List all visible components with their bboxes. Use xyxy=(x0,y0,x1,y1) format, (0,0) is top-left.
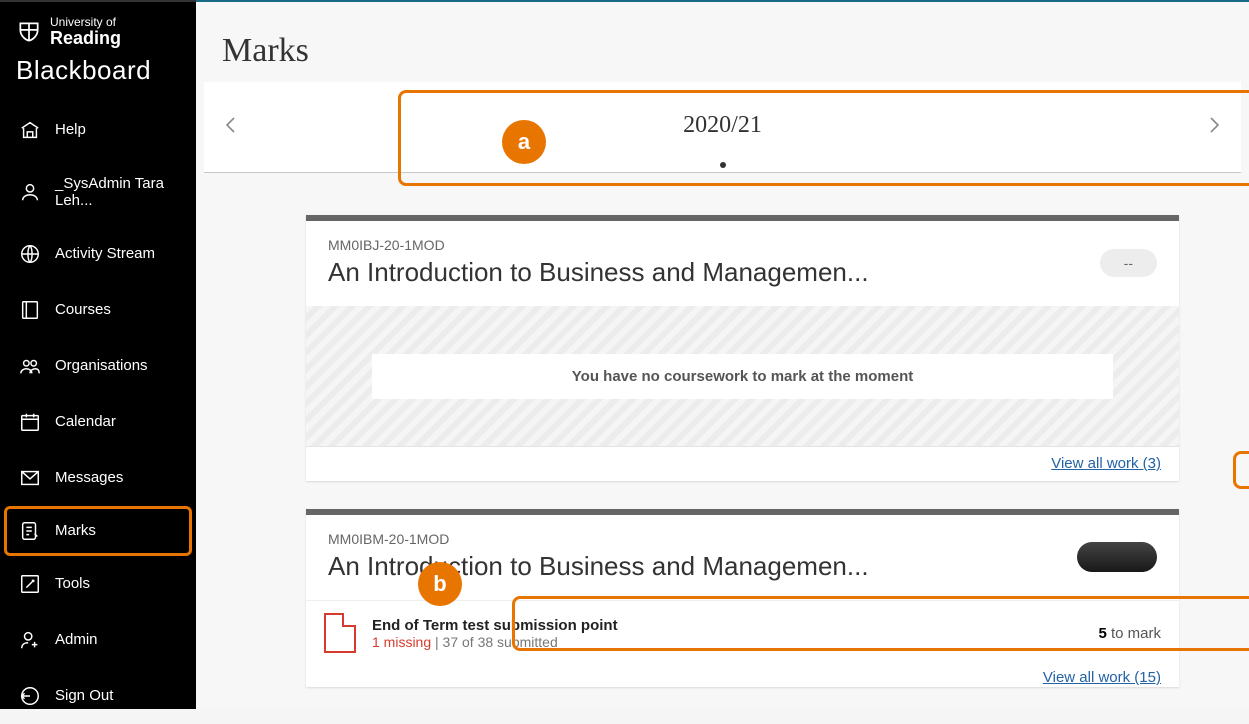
nav-label: Courses xyxy=(55,301,111,318)
term-selector: 2020/21 xyxy=(204,82,1241,173)
document-icon xyxy=(324,613,356,653)
empty-state: You have no coursework to mark at the mo… xyxy=(306,306,1179,446)
blackboard-logo-text: Blackboard xyxy=(16,55,180,86)
view-all-work-link[interactable]: View all work (15) xyxy=(1043,669,1161,686)
sidebar-item-marks[interactable]: Marks xyxy=(4,506,192,556)
term-next-button[interactable] xyxy=(1197,108,1231,142)
nav-label: _SysAdmin Tara Leh... xyxy=(55,175,177,209)
sidebar-item-signout[interactable]: Sign Out xyxy=(0,668,196,724)
university-line2: Reading xyxy=(50,29,121,49)
sidebar-item-user[interactable]: _SysAdmin Tara Leh... xyxy=(0,158,196,226)
course-title[interactable]: An Introduction to Business and Manageme… xyxy=(328,551,869,582)
people-icon xyxy=(19,355,41,377)
nav-label: Admin xyxy=(55,631,98,648)
missing-count: 1 missing xyxy=(372,634,431,650)
nav-label: Marks xyxy=(55,522,96,539)
signout-icon xyxy=(19,685,41,707)
calendar-icon xyxy=(19,411,41,433)
nav-label: Organisations xyxy=(55,357,148,374)
pencil-box-icon xyxy=(19,573,41,595)
carousel-dot xyxy=(720,162,726,168)
marks-icon xyxy=(19,520,41,542)
admin-icon xyxy=(19,629,41,651)
sidebar-item-calendar[interactable]: Calendar xyxy=(0,394,196,450)
sidebar-item-messages[interactable]: Messages xyxy=(0,450,196,506)
course-cards: MM0IBJ-20-1MOD An Introduction to Busine… xyxy=(196,185,1249,687)
envelope-icon xyxy=(19,467,41,489)
annotation-label-b: b xyxy=(418,562,462,606)
book-icon xyxy=(19,299,41,321)
globe-icon xyxy=(19,243,41,265)
sidebar-item-courses[interactable]: Courses xyxy=(0,282,196,338)
sidebar-item-tools[interactable]: Tools xyxy=(0,556,196,612)
term-prev-button[interactable] xyxy=(214,108,248,142)
nav-label: Help xyxy=(55,121,86,138)
person-icon xyxy=(19,181,41,203)
sidebar-item-admin[interactable]: Admin xyxy=(0,612,196,668)
nav-label: Activity Stream xyxy=(55,245,155,262)
term-label: 2020/21 xyxy=(248,112,1197,139)
grade-pill: -- xyxy=(1100,249,1157,277)
annotation-label-a: a xyxy=(502,120,546,164)
empty-message: You have no coursework to mark at the mo… xyxy=(372,354,1113,399)
sidebar-item-organisations[interactable]: Organisations xyxy=(0,338,196,394)
submitted-count: | 37 of 38 submitted xyxy=(431,634,558,650)
nav-label: Messages xyxy=(55,469,123,486)
course-code: MM0IBJ-20-1MOD xyxy=(328,237,869,253)
assignment-row[interactable]: End of Term test submission point 1 miss… xyxy=(306,600,1179,665)
sidebar-item-activity[interactable]: Activity Stream xyxy=(0,226,196,282)
grade-pill-dark xyxy=(1077,542,1157,572)
assignment-subtext: 1 missing | 37 of 38 submitted xyxy=(372,634,1082,650)
course-title[interactable]: An Introduction to Business and Manageme… xyxy=(328,257,869,288)
to-mark-count: 5 to mark xyxy=(1098,625,1161,642)
main-content: Marks 2020/21 MM0IBJ-20-1MOD An Introduc… xyxy=(196,0,1249,709)
nav: Help _SysAdmin Tara Leh... Activity Stre… xyxy=(0,102,196,724)
institution-icon xyxy=(19,119,41,141)
sidebar: University of Reading Blackboard Help _S… xyxy=(0,0,196,709)
nav-label: Tools xyxy=(55,575,90,592)
course-code: MM0IBM-20-1MOD xyxy=(328,531,869,547)
university-shield-icon xyxy=(16,19,42,45)
brand-block: University of Reading Blackboard xyxy=(0,2,196,96)
nav-label: Sign Out xyxy=(55,687,113,704)
course-card: MM0IBJ-20-1MOD An Introduction to Busine… xyxy=(306,215,1179,481)
assignment-title: End of Term test submission point xyxy=(372,617,1082,634)
view-all-work-link[interactable]: View all work (3) xyxy=(1051,455,1161,472)
nav-label: Calendar xyxy=(55,413,116,430)
sidebar-item-help[interactable]: Help xyxy=(0,102,196,158)
page-title: Marks xyxy=(196,2,1249,82)
